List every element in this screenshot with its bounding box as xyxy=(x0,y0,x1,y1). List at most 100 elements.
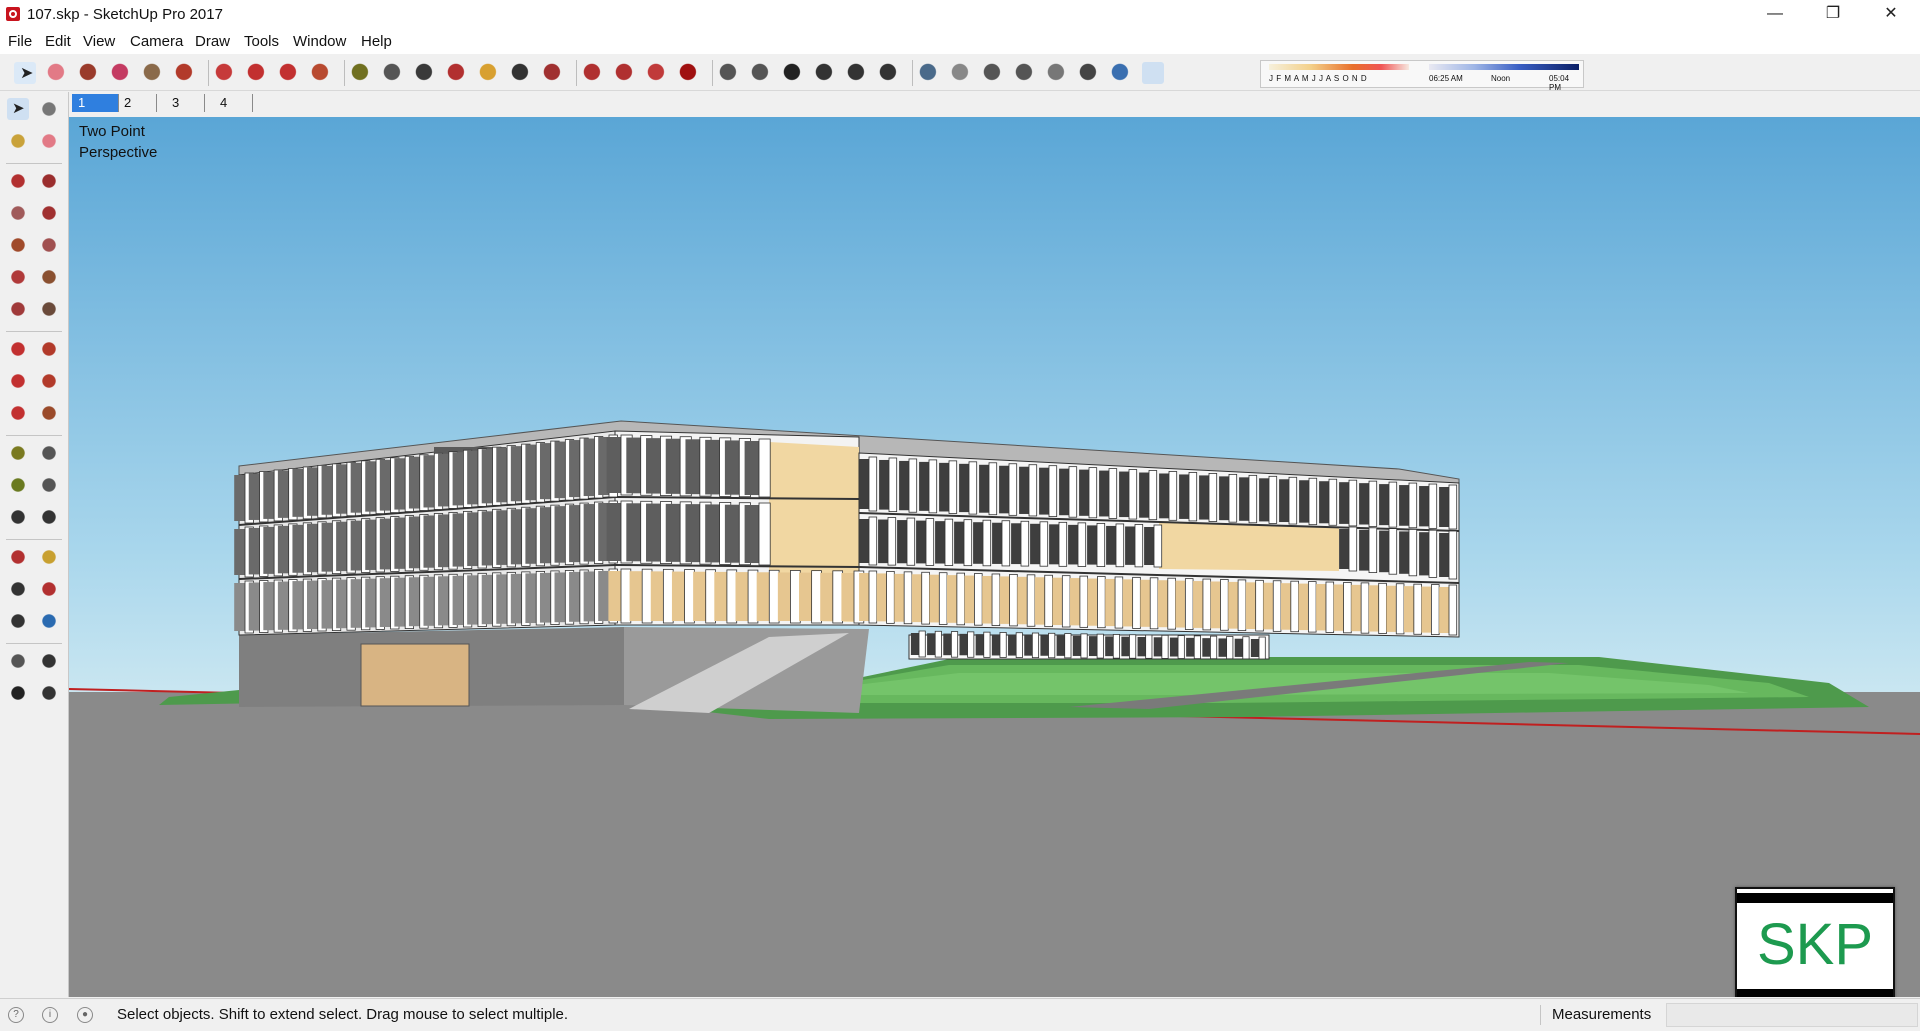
xray-icon[interactable] xyxy=(918,62,940,84)
window-glass xyxy=(1250,639,1259,657)
line-icon[interactable] xyxy=(7,170,29,192)
shape-icon[interactable] xyxy=(142,62,164,84)
geolocation-icon[interactable]: ? xyxy=(8,1007,24,1023)
look-around-icon[interactable] xyxy=(38,650,60,672)
text-icon[interactable] xyxy=(382,62,404,84)
pie-icon[interactable] xyxy=(38,298,60,320)
window-glass xyxy=(292,581,304,630)
orbit-icon[interactable] xyxy=(446,62,468,84)
user-account-icon[interactable]: ● xyxy=(77,1007,93,1023)
scale-icon[interactable] xyxy=(7,402,29,424)
follow-me-icon[interactable] xyxy=(214,62,236,84)
tape-measure-icon[interactable] xyxy=(350,62,372,84)
select-icon[interactable]: ➤ xyxy=(7,98,29,120)
rotate-icon[interactable] xyxy=(7,370,29,392)
paint-bucket-icon[interactable] xyxy=(7,130,29,152)
follow-me-icon[interactable] xyxy=(38,370,60,392)
top-view-icon[interactable] xyxy=(750,62,772,84)
window-glass xyxy=(1218,638,1227,657)
three-point-arc-icon[interactable] xyxy=(7,298,29,320)
move-icon[interactable] xyxy=(246,62,268,84)
paint-bucket-icon[interactable] xyxy=(414,62,436,84)
pan-icon[interactable] xyxy=(38,546,60,568)
rectangle-icon[interactable] xyxy=(7,202,29,224)
menu-view[interactable]: View xyxy=(83,33,115,50)
right-view-icon[interactable] xyxy=(814,62,836,84)
3d-text-icon[interactable] xyxy=(38,506,60,528)
freehand-icon[interactable] xyxy=(38,170,60,192)
menu-camera[interactable]: Camera xyxy=(130,33,183,50)
zoom-icon[interactable] xyxy=(7,578,29,600)
text-icon[interactable] xyxy=(38,474,60,496)
extension-warehouse-icon[interactable] xyxy=(614,62,636,84)
push-pull-icon[interactable] xyxy=(174,62,196,84)
line-icon[interactable] xyxy=(78,62,100,84)
position-camera-icon[interactable] xyxy=(7,650,29,672)
wireframe-icon[interactable] xyxy=(982,62,1004,84)
orbit-icon[interactable] xyxy=(7,546,29,568)
model-viewport[interactable]: Two Point Perspective SKP xyxy=(69,117,1920,997)
shadows-toggle-icon[interactable] xyxy=(1142,62,1164,84)
window-glass xyxy=(1403,586,1414,633)
scene-tab-4[interactable]: 4 xyxy=(214,94,253,112)
component-icon[interactable] xyxy=(38,98,60,120)
time-slider[interactable] xyxy=(1429,64,1579,70)
arc-icon[interactable] xyxy=(7,266,29,288)
back-edges-icon[interactable] xyxy=(950,62,972,84)
zoom-icon[interactable] xyxy=(510,62,532,84)
credits-icon[interactable]: i xyxy=(42,1007,58,1023)
eraser-icon[interactable] xyxy=(38,130,60,152)
iso-view-icon[interactable] xyxy=(718,62,740,84)
previous-view-icon[interactable] xyxy=(38,610,60,632)
menu-draw[interactable]: Draw xyxy=(195,33,230,50)
month-slider[interactable] xyxy=(1269,64,1409,70)
measurements-input[interactable] xyxy=(1666,1003,1918,1027)
walk-icon[interactable] xyxy=(7,682,29,704)
ruby-icon[interactable] xyxy=(678,62,700,84)
front-view-icon[interactable] xyxy=(782,62,804,84)
menu-help[interactable]: Help xyxy=(361,33,392,50)
push-pull-icon[interactable] xyxy=(38,338,60,360)
zoom-extents-icon[interactable] xyxy=(542,62,564,84)
facade-fin xyxy=(1068,466,1078,518)
menu-window[interactable]: Window xyxy=(293,33,346,50)
shaded-icon[interactable] xyxy=(1046,62,1068,84)
back-view-icon[interactable] xyxy=(846,62,868,84)
eraser-icon[interactable] xyxy=(46,62,68,84)
zoom-window-icon[interactable] xyxy=(38,578,60,600)
facade-fin xyxy=(1077,522,1087,567)
left-view-icon[interactable] xyxy=(878,62,900,84)
circle-icon[interactable] xyxy=(7,234,29,256)
offset-icon[interactable] xyxy=(38,402,60,424)
pan-icon[interactable] xyxy=(478,62,500,84)
arc-icon[interactable] xyxy=(110,62,132,84)
scene-tab-3[interactable]: 3 xyxy=(166,94,205,112)
monochrome-icon[interactable] xyxy=(1110,62,1132,84)
menu-tools[interactable]: Tools xyxy=(244,33,279,50)
scene-tab-1[interactable]: 1 xyxy=(72,94,119,112)
select-icon[interactable]: ➤ xyxy=(14,62,36,84)
tape-measure-icon[interactable] xyxy=(7,442,29,464)
rotated-rectangle-icon[interactable] xyxy=(38,202,60,224)
polygon-icon[interactable] xyxy=(38,234,60,256)
hidden-line-icon[interactable] xyxy=(1014,62,1036,84)
move-icon[interactable] xyxy=(7,338,29,360)
window-glass xyxy=(1034,577,1045,625)
scale-icon[interactable] xyxy=(310,62,332,84)
axes-icon[interactable] xyxy=(7,506,29,528)
minimize-button[interactable]: — xyxy=(1746,0,1804,30)
3d-warehouse-icon[interactable] xyxy=(582,62,604,84)
zoom-extents-icon[interactable] xyxy=(7,610,29,632)
maximize-button[interactable]: ❐ xyxy=(1804,0,1862,30)
two-point-arc-icon[interactable] xyxy=(38,266,60,288)
scene-tab-2[interactable]: 2 xyxy=(118,94,157,112)
dimension-icon[interactable] xyxy=(38,442,60,464)
rotate-icon[interactable] xyxy=(278,62,300,84)
protractor-icon[interactable] xyxy=(7,474,29,496)
section-plane-icon[interactable] xyxy=(38,682,60,704)
shaded-textures-icon[interactable] xyxy=(1078,62,1100,84)
close-button[interactable]: ✕ xyxy=(1862,0,1920,30)
menu-edit[interactable]: Edit xyxy=(45,33,71,50)
menu-file[interactable]: File xyxy=(8,33,32,50)
send-to-layout-icon[interactable] xyxy=(646,62,668,84)
